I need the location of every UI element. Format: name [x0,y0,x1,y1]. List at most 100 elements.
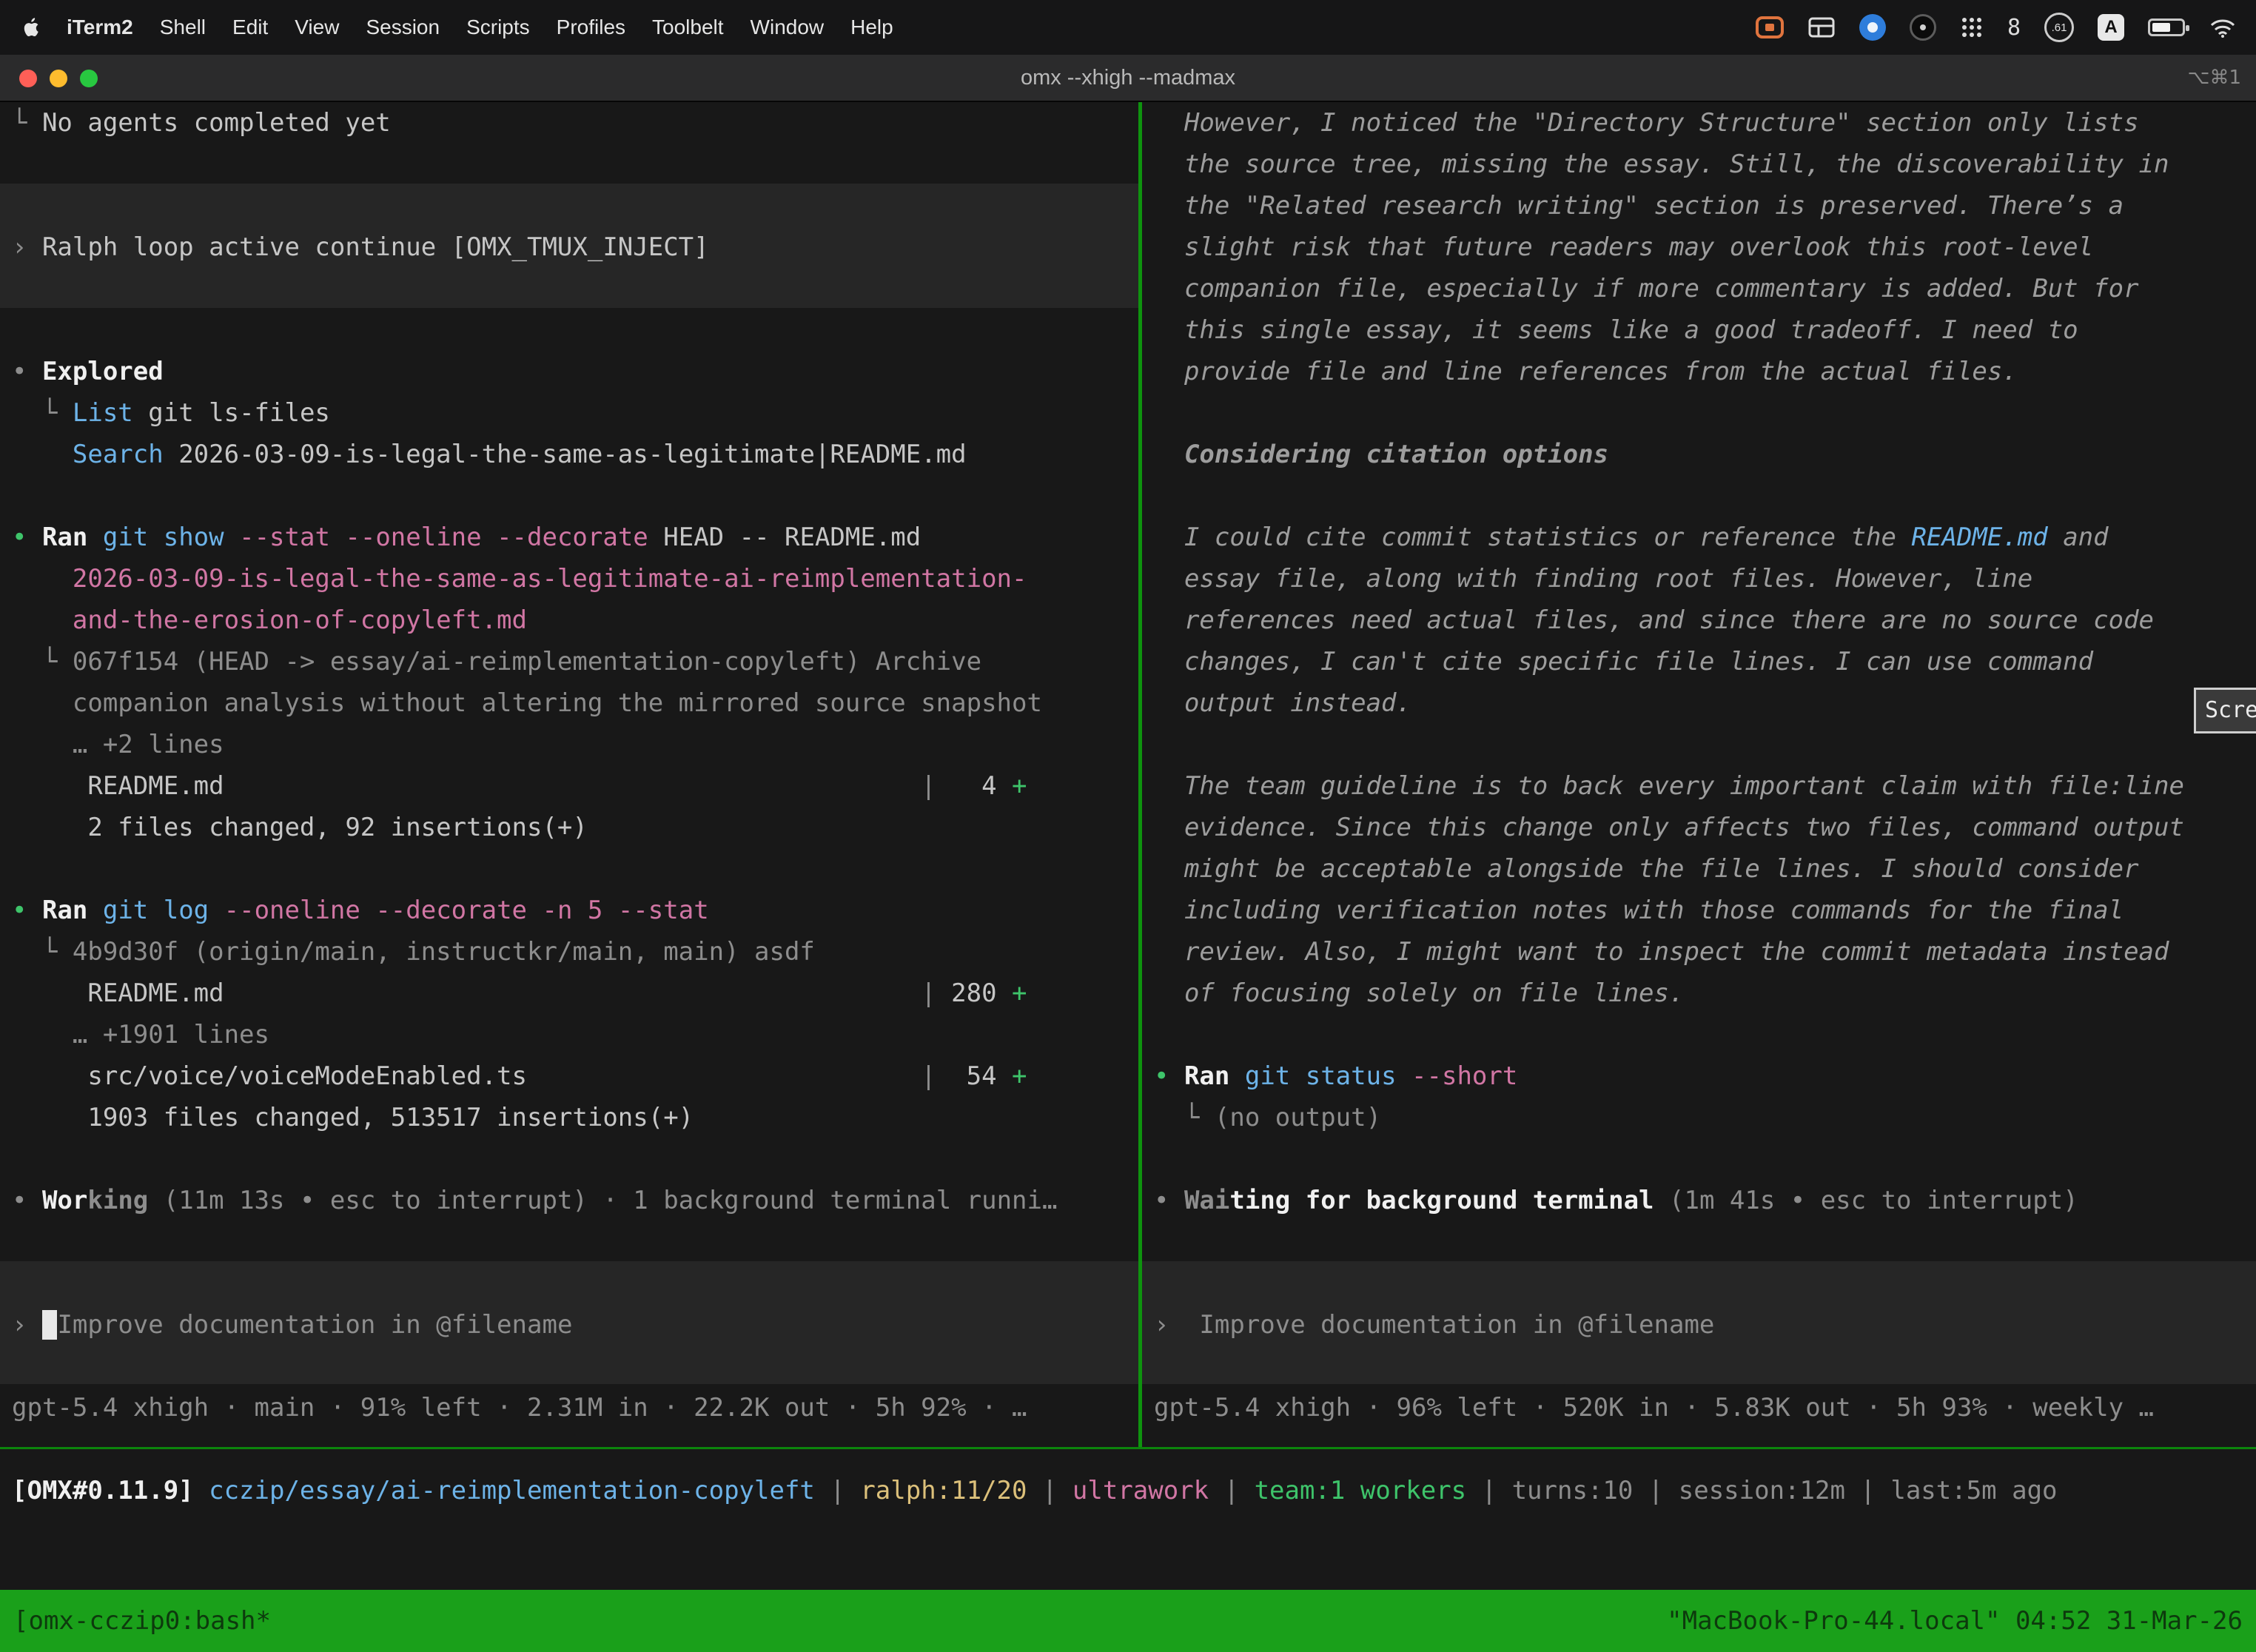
text-segment: and [2048,523,2109,552]
terminal-line: slight risk that future readers may over… [1154,226,2256,268]
text-segment: I could cite commit statistics or refere… [1154,523,1912,552]
menu-item-iterm2[interactable]: iTerm2 [53,16,147,39]
text-segment: HEAD -- README.md [648,523,921,552]
text-segment: 2 files changed, 92 insertions(+) [12,813,588,842]
window-shortcut-badge: ⌥⌘1 [2187,55,2241,102]
terminal-line [1154,1346,2256,1387]
omx-branch: cczip/essay/ai-reimplementation-copyleft [209,1476,815,1505]
terminal-line: including verification notes with those … [1154,890,2256,931]
terminal-line: and-the-erosion-of-copyleft.md [12,600,1138,641]
text-segment: output instead. [1154,688,1411,718]
terminal-line: might be acceptable alongside the file l… [1154,848,2256,890]
text-segment: | [1209,1476,1254,1505]
text-segment: No agents completed yet [42,108,391,138]
battery-percent-gauge-icon[interactable]: .61 [2044,13,2074,42]
text-segment: 54 [936,1061,1012,1091]
menu-item-session[interactable]: Session [352,16,453,39]
terminal-line: The team guideline is to back every impo… [1154,765,2256,807]
omx-last: last:5m ago [1890,1476,2057,1505]
menu-item-shell[interactable]: Shell [147,16,219,39]
menu-item-scripts[interactable]: Scripts [453,16,543,39]
text-segment: and-the-erosion-of-copyleft.md [12,605,527,635]
wifi-icon[interactable] [2209,16,2237,38]
text-segment: └ 067f154 (HEAD -> essay/ai-reimplementa… [12,647,981,676]
omx-ralph-counter: ralph:11/20 [860,1476,1027,1505]
terminal-line: 2 files changed, 92 insertions(+) [12,807,1138,848]
dots-grid-icon[interactable] [1960,16,1984,39]
text-segment: review. Also, I might want to inspect th… [1154,937,2169,967]
dark-app-icon[interactable] [1910,14,1936,41]
terminal-line: Search 2026-03-09-is-legal-the-same-as-l… [12,434,1138,475]
terminal-line: the source tree, missing the essay. Stil… [1154,144,2256,185]
text-segment: └ [12,398,73,428]
text-segment: companion analysis without altering the … [12,688,1042,718]
window-title: omx --xhigh --madmax [0,55,2256,102]
screen-recording-indicator-icon[interactable] [1756,16,1784,38]
terminal-line [1154,1138,2256,1180]
text-segment: … +1901 lines [12,1020,269,1050]
menu-item-view[interactable]: View [281,16,352,39]
menu-item-help[interactable]: Help [837,16,907,39]
terminal-line [12,185,1138,226]
apple-icon[interactable] [21,15,43,40]
terminal-line: README.md | 4 + [12,765,1138,807]
text-segment: README.md [12,978,921,1008]
text-segment: Improve documentation in @filename [57,1310,572,1340]
text-segment: 280 [936,978,1012,1008]
text-segment: | [921,978,936,1008]
terminal-line: companion analysis without altering the … [12,682,1138,724]
omx-session: session:12m [1679,1476,1845,1505]
text-segment [12,440,73,469]
terminal-line: • Waiting for background terminal (1m 41… [1154,1180,2256,1221]
screen-share-overlay: Scre [2194,688,2256,733]
tmux-session-label[interactable]: [omx-cczip0:bash* [13,1590,271,1652]
window-title-bar: omx --xhigh --madmax ⌥⌘1 [0,55,2256,102]
text-segment: Ran [1184,1061,1229,1091]
pane-divider-horizontal [0,1447,2256,1449]
menu-item-edit[interactable]: Edit [219,16,281,39]
terminal-area: └ No agents completed yet › Ralph loop a… [0,102,2256,1449]
text-segment: 1903 files changed, 513517 insertions(+) [12,1103,694,1132]
text-segment: git status [1245,1061,1397,1091]
menu-item-profiles[interactable]: Profiles [543,16,639,39]
pane-right-lines: However, I noticed the "Directory Struct… [1142,102,2256,1428]
terminal-line: README.md | 280 + [12,973,1138,1014]
text-segment: the source tree, missing the essay. Stil… [1154,150,2169,179]
text-segment: (1m 41s • esc to interrupt) [1654,1186,2078,1215]
window-grid-icon[interactable] [1807,16,1836,39]
text-segment: | [1633,1476,1678,1505]
terminal-line: … +1901 lines [12,1014,1138,1055]
text-segment: 2026-03-09-is-legal-the-same-as-legitima… [164,440,967,469]
terminal-line: └ 4b9d30f (origin/main, instructkr/main,… [12,931,1138,973]
text-segment: └ (no output) [1154,1103,1381,1132]
terminal-line [12,1263,1138,1304]
menu-item-window[interactable]: Window [737,16,838,39]
terminal-line: 2026-03-09-is-legal-the-same-as-legitima… [12,558,1138,600]
text-segment: README.md [1912,523,2048,552]
text-segment: 4 [936,771,1012,801]
terminal-line [1154,392,2256,434]
text-segment: … +2 lines [12,730,224,759]
terminal-line: › Ralph loop active continue [OMX_TMUX_I… [12,226,1138,268]
text-segment: ting for background terminal [1229,1186,1654,1215]
terminal-line: Considering citation options [1154,434,2256,475]
terminal-line: … +2 lines [12,724,1138,765]
blue-app-icon[interactable] [1859,14,1886,41]
tmux-status-bar: [omx-cczip0:bash* "MacBook-Pro-44.local"… [0,1590,2256,1652]
eight-app-icon[interactable]: 8 [2007,15,2021,41]
text-segment: the "Related research writing" section i… [1154,191,2124,221]
text-segment: | [815,1476,860,1505]
text-segment: However, I noticed the "Directory Struct… [1154,108,2139,138]
text-segment: + [1012,771,1027,801]
battery-icon[interactable] [2148,19,2185,36]
omx-team: team:1 workers [1255,1476,1467,1505]
text-segment: king [87,1186,148,1215]
text-segment: this single essay, it seems like a good … [1154,315,2078,345]
text-segment: └ 4b9d30f (origin/main, instructkr/main,… [12,937,815,967]
terminal-line [1154,1014,2256,1055]
input-source-icon[interactable]: A [2098,14,2124,41]
terminal-line: 1903 files changed, 513517 insertions(+) [12,1097,1138,1138]
text-segment: Search [73,440,164,469]
text-segment: | [1845,1476,1890,1505]
menu-item-toolbelt[interactable]: Toolbelt [639,16,737,39]
